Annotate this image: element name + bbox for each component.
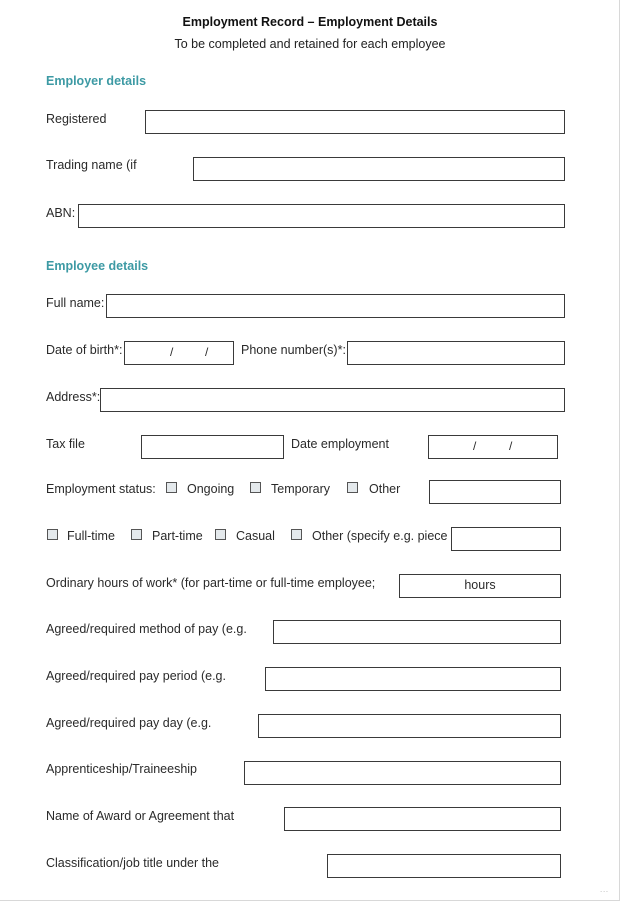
full-name-label: Full name:: [46, 296, 105, 310]
date-employment-field[interactable]: / /: [428, 435, 558, 459]
registered-label: Registered: [46, 112, 107, 126]
full-time-checkbox[interactable]: [47, 529, 58, 540]
pay-day-field[interactable]: [258, 714, 561, 738]
abn-label: ABN:: [46, 206, 76, 220]
date-separator: /: [509, 439, 513, 453]
ongoing-checkbox[interactable]: [166, 482, 177, 493]
tax-file-label: Tax file: [46, 437, 85, 451]
full-time-label: Full-time: [67, 529, 115, 543]
status-other-field[interactable]: [429, 480, 561, 504]
pay-method-field[interactable]: [273, 620, 561, 644]
full-name-field[interactable]: [106, 294, 565, 318]
casual-label: Casual: [236, 529, 275, 543]
part-time-label: Part-time: [152, 529, 203, 543]
page-mark: ...: [600, 887, 609, 894]
form-title: Employment Record – Employment Details: [182, 15, 438, 29]
pay-period-field[interactable]: [265, 667, 561, 691]
hours-suffix: hours: [464, 578, 496, 592]
pay-period-label: Agreed/required pay period (e.g.: [46, 669, 226, 683]
phone-label: Phone number(s)*:: [241, 343, 346, 357]
phone-field[interactable]: [347, 341, 565, 365]
tax-file-field[interactable]: [141, 435, 284, 459]
date-of-birth-label: Date of birth*:: [46, 343, 123, 357]
trading-name-label: Trading name (if: [46, 158, 137, 172]
status-other-label: Other: [369, 482, 401, 496]
work-type-other-checkbox[interactable]: [291, 529, 302, 540]
award-name-field[interactable]: [284, 807, 561, 831]
date-employment-label: Date employment: [291, 437, 389, 451]
address-label: Address*:: [46, 390, 101, 404]
temporary-label: Temporary: [271, 482, 331, 496]
apprenticeship-field[interactable]: [244, 761, 561, 785]
ongoing-label: Ongoing: [187, 482, 235, 496]
registered-name-field[interactable]: [145, 110, 565, 134]
pay-day-label: Agreed/required pay day (e.g.: [46, 716, 212, 730]
temporary-checkbox[interactable]: [250, 482, 261, 493]
pay-method-label: Agreed/required method of pay (e.g.: [46, 622, 247, 636]
ordinary-hours-field[interactable]: hours: [399, 574, 561, 598]
classification-label: Classification/job title under the: [46, 856, 220, 870]
abn-field[interactable]: [78, 204, 565, 228]
date-separator: /: [205, 345, 209, 359]
address-field[interactable]: [100, 388, 565, 412]
casual-checkbox[interactable]: [215, 529, 226, 540]
apprenticeship-label: Apprenticeship/Traineeship: [46, 762, 198, 776]
form-subtitle: To be completed and retained for each em…: [174, 37, 446, 51]
employee-details-heading: Employee details: [46, 259, 149, 273]
award-name-label: Name of Award or Agreement that: [46, 809, 235, 823]
date-separator: /: [473, 439, 477, 453]
date-separator: /: [170, 345, 174, 359]
status-other-checkbox[interactable]: [347, 482, 358, 493]
trading-name-field[interactable]: [193, 157, 565, 181]
date-of-birth-field[interactable]: / /: [124, 341, 234, 365]
part-time-checkbox[interactable]: [131, 529, 142, 540]
work-type-other-label: Other (specify e.g. piece: [312, 529, 448, 543]
ordinary-hours-label: Ordinary hours of work* (for part-time o…: [46, 576, 376, 590]
work-type-other-field[interactable]: [451, 527, 561, 551]
classification-field[interactable]: [327, 854, 561, 878]
employer-details-heading: Employer details: [46, 74, 147, 88]
employment-status-label: Employment status:: [46, 482, 156, 496]
